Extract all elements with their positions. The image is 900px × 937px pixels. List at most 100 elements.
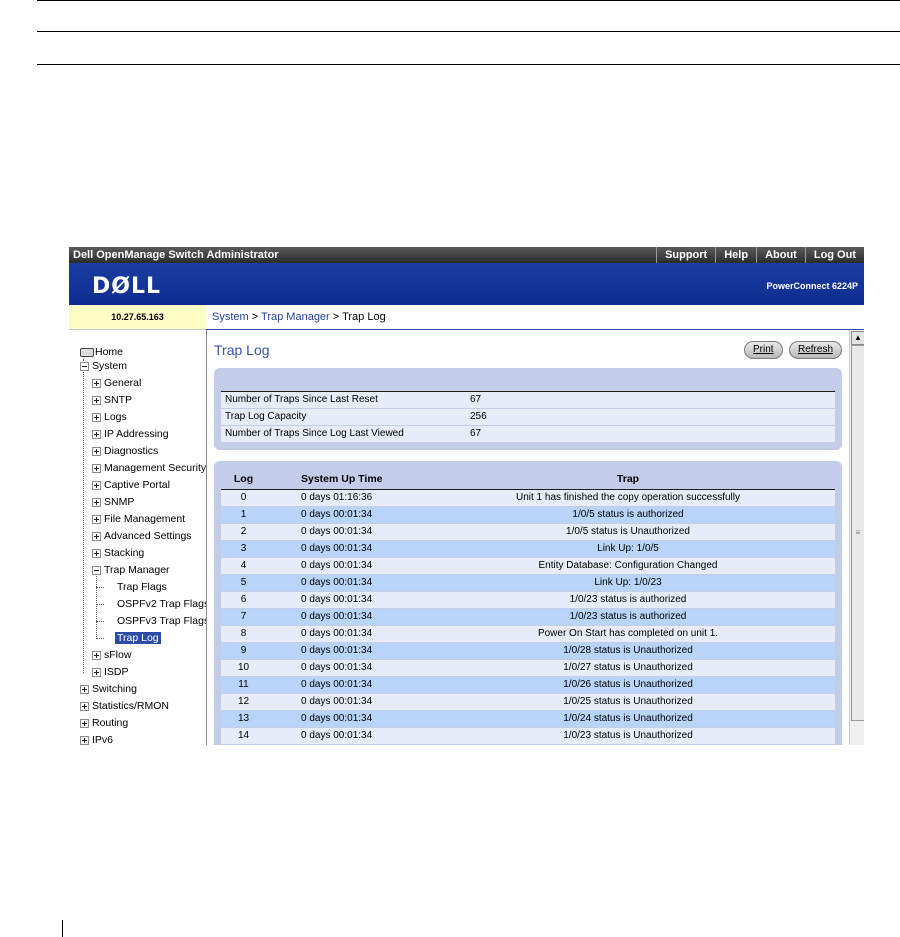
plus-icon <box>92 514 101 524</box>
breadcrumb-separator: > <box>248 311 262 323</box>
sidebar-item-label: sFlow <box>104 649 132 661</box>
banner: DØLL PowerConnect 6224P <box>69 263 864 305</box>
uptime-cell: 0 days 00:01:34 <box>301 509 373 520</box>
scroll-up-icon[interactable]: ▲ <box>851 331 864 345</box>
sidebar-item-trap-log[interactable]: Trap Log <box>115 632 161 644</box>
trap-cell: 1/0/28 status is Unauthorized <box>563 645 693 656</box>
trap-cell: 1/0/5 status is authorized <box>572 509 684 520</box>
breadcrumb-trap-manager[interactable]: Trap Manager <box>261 311 330 323</box>
sidebar-item-sflow[interactable]: sFlow <box>92 649 131 661</box>
plus-icon <box>92 650 101 660</box>
sidebar-item-file-management[interactable]: File Management <box>92 513 185 525</box>
summary-value: 67 <box>470 394 482 405</box>
sidebar-item-home[interactable]: Home <box>80 346 123 358</box>
sidebar-item-label: Statistics/RMON <box>92 700 170 712</box>
plus-icon <box>92 480 101 490</box>
sidebar-item-ospfv3-trap-flags[interactable]: OSPFv3 Trap Flags <box>117 615 207 627</box>
sidebar-item-management-security[interactable]: Management Security <box>92 462 206 474</box>
scroll-thumb[interactable]: ≡ <box>851 345 864 721</box>
uptime-cell: 0 days 00:01:34 <box>301 696 373 707</box>
summary-label: Number of Traps Since Log Last Viewed <box>225 428 404 439</box>
vertical-scrollbar[interactable]: ▲ ≡ <box>849 330 864 745</box>
tree-line <box>96 604 104 605</box>
sidebar-item-label: Diagnostics <box>104 445 159 457</box>
summary-row: Number of Traps Since Last Reset 67 <box>221 391 835 408</box>
about-link[interactable]: About <box>756 247 805 263</box>
table-row: 9 0 days 00:01:34 1/0/28 status is Unautho… <box>221 643 835 659</box>
sidebar-item-advanced-settings[interactable]: Advanced Settings <box>92 530 192 542</box>
tree-line <box>96 621 104 622</box>
print-button[interactable]: Print <box>744 341 783 359</box>
sidebar-item-trap-flags[interactable]: Trap Flags <box>117 581 167 593</box>
trap-cell: Unit 1 has finished the copy operation s… <box>515 492 740 503</box>
table-row: 0 0 days 01:16:36 Unit 1 has finished the … <box>221 490 835 506</box>
table-row: 3 0 days 00:01:34 Link Up: 1/0/5 <box>221 541 835 557</box>
sidebar-item-ospfv2-trap-flags[interactable]: OSPFv2 Trap Flags <box>117 598 206 610</box>
log-cell: 8 <box>240 628 247 639</box>
sidebar-item-isdp[interactable]: ISDP <box>92 666 129 678</box>
table-row: 12 0 days 00:01:34 1/0/25 status is Unauth… <box>221 694 835 710</box>
plus-icon <box>92 378 101 388</box>
support-link[interactable]: Support <box>656 247 715 263</box>
trap-cell: Power On Start has completed on unit 1. <box>537 628 719 639</box>
log-cell: 7 <box>240 611 247 622</box>
sidebar-item-label: Captive Portal <box>104 479 170 491</box>
dell-logo: DØLL <box>92 274 162 299</box>
sidebar-item-trap-manager[interactable]: Trap Manager <box>92 564 170 576</box>
plus-icon <box>92 463 101 473</box>
ip-address: 10.27.65.163 <box>69 305 206 330</box>
plus-icon <box>80 684 89 694</box>
plus-icon <box>80 718 89 728</box>
sidebar-item-label: Routing <box>92 717 129 729</box>
sidebar-item-system[interactable]: System <box>80 360 127 372</box>
sidebar-item-ipv6[interactable]: IPv6 <box>80 734 113 745</box>
sidebar-item-snmp[interactable]: SNMP <box>92 496 134 508</box>
plus-icon <box>92 667 101 677</box>
sidebar-item-label: ISDP <box>104 666 129 678</box>
table-row: 10 0 days 00:01:34 1/0/27 status is Unauth… <box>221 660 835 676</box>
plus-icon <box>92 446 101 456</box>
uptime-cell: 0 days 00:01:34 <box>301 713 373 724</box>
uptime-cell: 0 days 01:16:36 <box>301 492 373 503</box>
table-row: 2 0 days 00:01:34 1/0/5 status is Unauthor… <box>221 524 835 540</box>
trap-cell: Link Up: 1/0/5 <box>597 543 659 554</box>
log-cell: 14 <box>237 730 250 741</box>
sidebar-item-label: OSPFv3 Trap Flags <box>117 615 207 627</box>
log-cell: 2 <box>240 526 247 537</box>
sidebar-item-captive-portal[interactable]: Captive Portal <box>92 479 170 491</box>
uptime-cell: 0 days 00:01:34 <box>301 526 373 537</box>
log-cell: 13 <box>237 713 250 724</box>
uptime-cell: 0 days 00:01:34 <box>301 543 373 554</box>
sidebar-item-label: SNTP <box>104 394 133 406</box>
sidebar-item-logs[interactable]: Logs <box>92 411 127 423</box>
log-cell: 4 <box>240 560 247 571</box>
sidebar-item-statistics-rmon[interactable]: Statistics/RMON <box>80 700 169 712</box>
sidebar-item-switching[interactable]: Switching <box>80 683 137 695</box>
table-row: 11 0 days 00:01:34 1/0/26 status is Unauth… <box>221 677 835 693</box>
help-link[interactable]: Help <box>715 247 756 263</box>
sidebar-item-diagnostics[interactable]: Diagnostics <box>92 445 158 457</box>
page-rule-3 <box>37 64 900 65</box>
app-title: Dell OpenManage Switch Administrator <box>73 249 279 261</box>
plus-icon <box>92 395 101 405</box>
page-rule-2 <box>37 31 900 32</box>
sidebar-item-sntp[interactable]: SNTP <box>92 394 132 406</box>
sidebar-item-general[interactable]: General <box>92 377 141 389</box>
log-cell: 1 <box>240 509 247 520</box>
table-row: 4 0 days 00:01:34 Entity Database: Configu… <box>221 558 835 574</box>
sidebar-item-label: Home <box>95 346 124 358</box>
breadcrumb-system[interactable]: System <box>212 311 249 323</box>
refresh-button[interactable]: Refresh <box>789 341 843 359</box>
sidebar-item-routing[interactable]: Routing <box>80 717 128 729</box>
home-icon <box>80 347 94 357</box>
table-header: Log System Up Time Trap <box>221 471 835 488</box>
breadcrumb-current: Trap Log <box>342 311 386 323</box>
sidebar-item-stacking[interactable]: Stacking <box>92 547 144 559</box>
logout-link[interactable]: Log Out <box>804 247 864 263</box>
sidebar-item-ip-addressing[interactable]: IP Addressing <box>92 428 169 440</box>
plus-icon <box>80 735 89 745</box>
tree-line <box>96 587 104 588</box>
log-cell: 10 <box>237 662 250 673</box>
trap-cell: Entity Database: Configuration Changed <box>538 560 718 571</box>
page-rule-top <box>37 0 900 1</box>
